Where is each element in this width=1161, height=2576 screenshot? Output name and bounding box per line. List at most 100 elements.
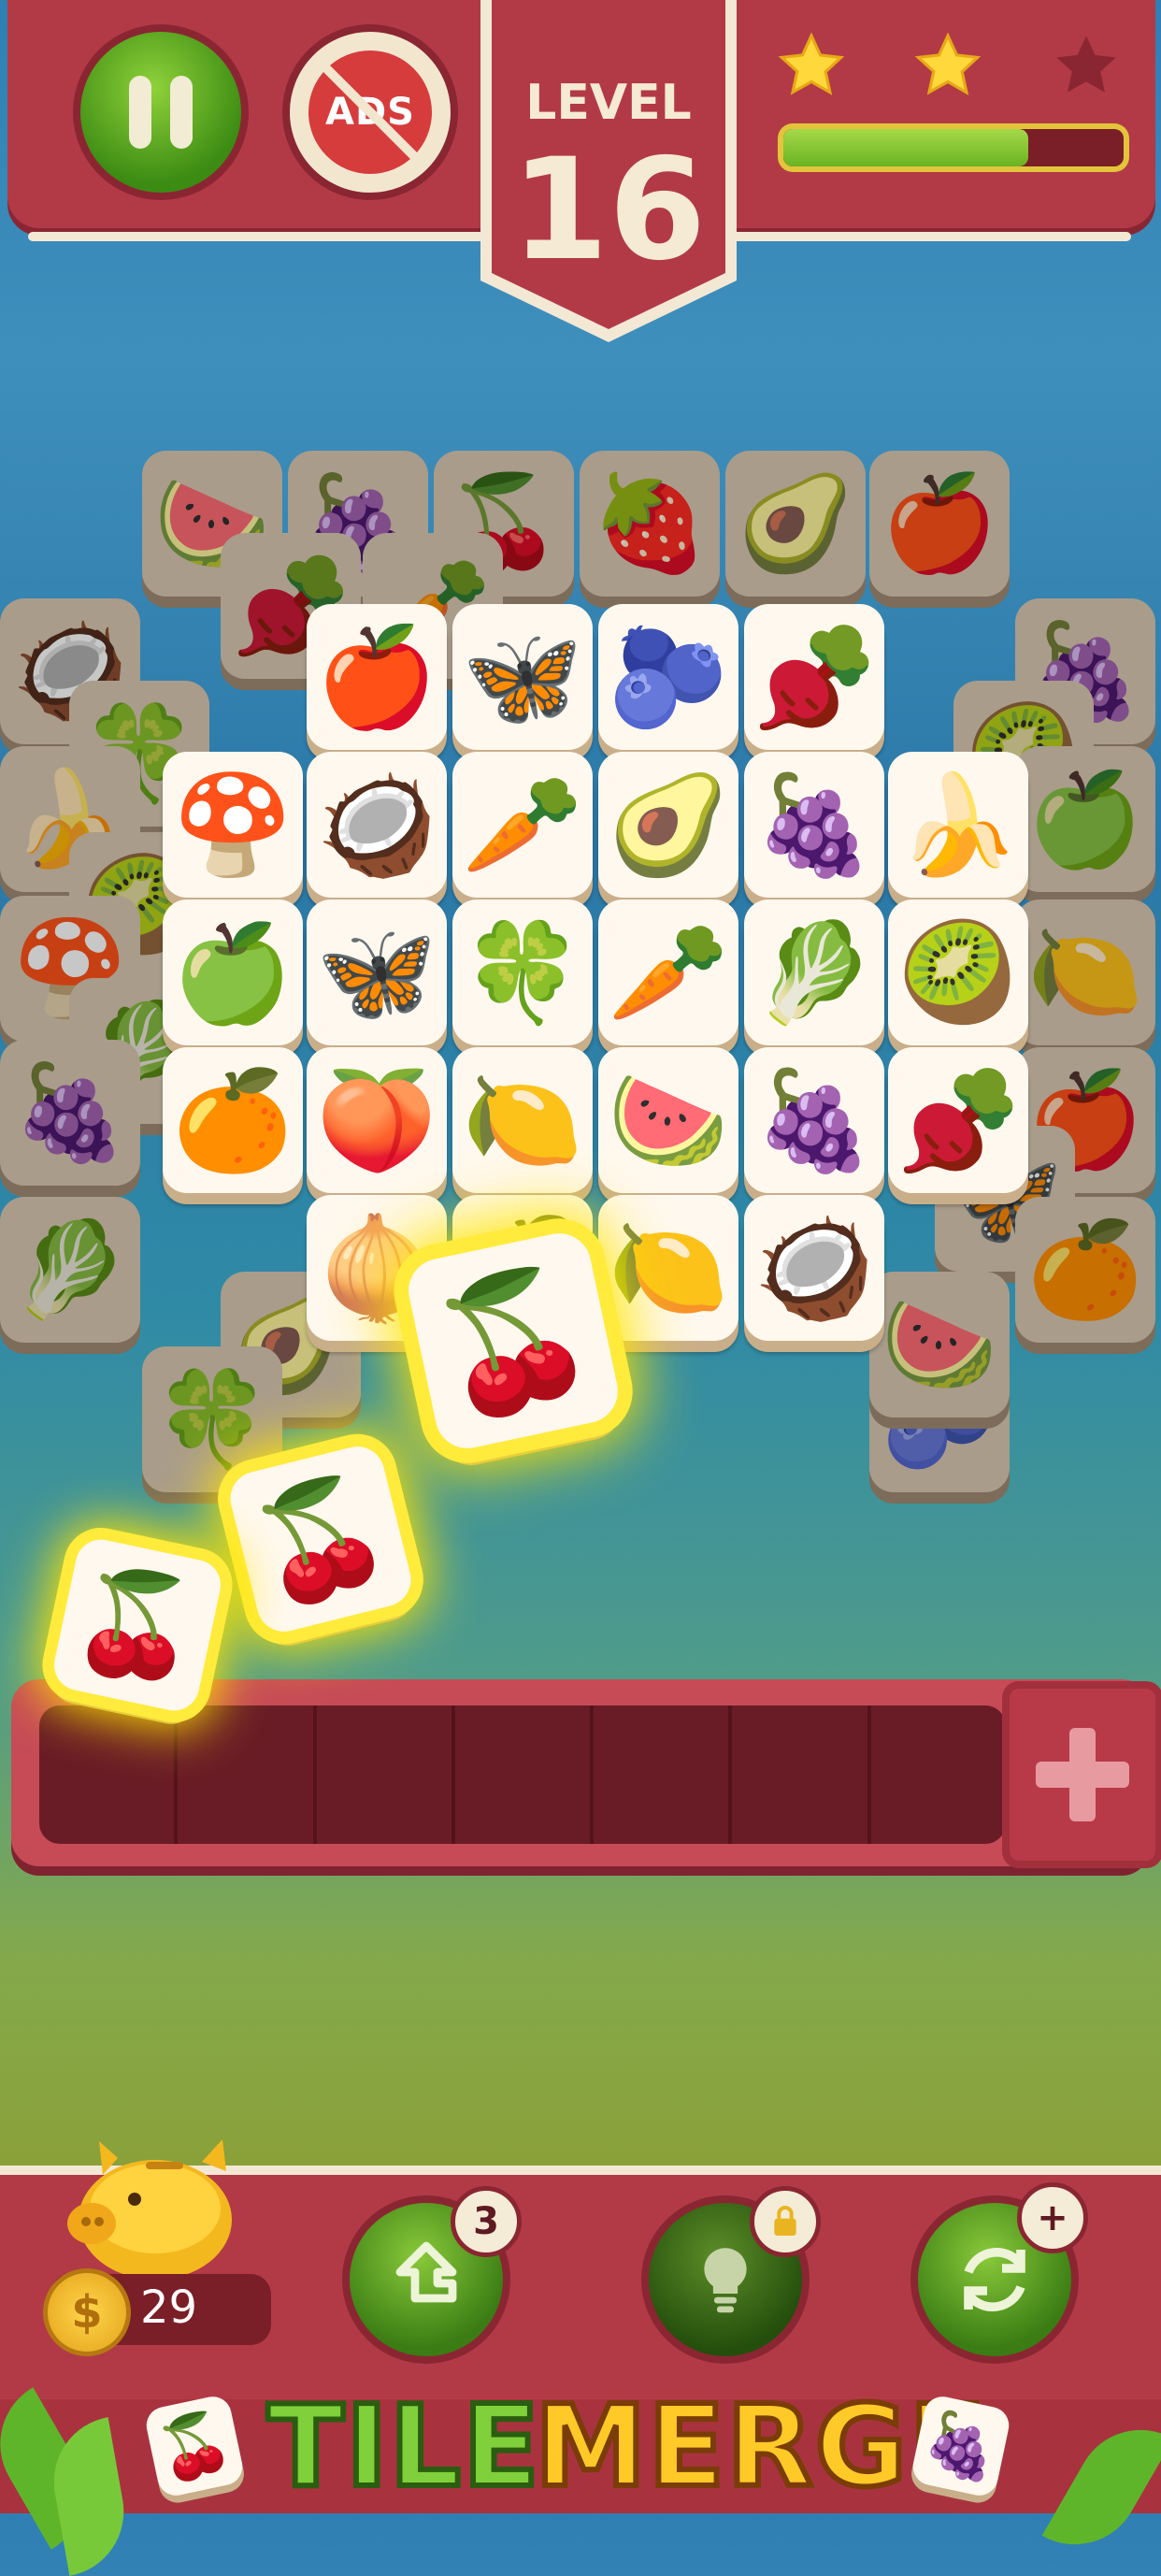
tile-covered[interactable]: 🍇 (0, 1040, 140, 1186)
tile[interactable]: 🥬 (744, 899, 884, 1045)
tile[interactable]: 🍏 (163, 899, 303, 1045)
tile[interactable]: 🍀 (452, 899, 593, 1045)
tile[interactable]: 🫜 (888, 1047, 1028, 1193)
star-icon-3-empty (1056, 36, 1116, 93)
star-icon-2 (914, 32, 982, 95)
tile[interactable]: 🍊 (163, 1047, 303, 1193)
tile-selected-moving[interactable]: 🍒 (402, 1227, 624, 1455)
tile-covered[interactable]: 🍎 (869, 451, 1010, 597)
coin-icon: $ (43, 2268, 131, 2356)
tile-covered[interactable]: 🍓 (580, 451, 720, 597)
cherries-icon: 🍒 (239, 1461, 402, 1618)
tile[interactable]: 🍇 (744, 1047, 884, 1193)
tile[interactable]: 🍎 (307, 604, 447, 750)
radish-icon: 🫜 (753, 620, 875, 734)
tile[interactable]: 🫜 (744, 604, 884, 750)
tile[interactable]: 🥥 (307, 752, 447, 898)
undo-arrow-icon (395, 2241, 457, 2303)
tray-slot (178, 1705, 317, 1844)
radish-icon: 🫜 (897, 1063, 1019, 1177)
star-icon-1 (778, 32, 845, 95)
grapes-icon: 🍇 (753, 768, 875, 882)
butterfly-icon: 🦋 (462, 620, 583, 734)
shuffle-refresh-icon (964, 2248, 1025, 2311)
watermelon-icon: 🍉 (608, 1063, 729, 1177)
add-slot-button[interactable] (1002, 1681, 1161, 1868)
lemon-icon: 🍋 (462, 1063, 583, 1177)
coin-count: 29 (140, 2281, 198, 2334)
tile[interactable]: 🥝 (888, 899, 1028, 1045)
cabbage-icon: 🥬 (11, 1215, 129, 1324)
add-shuffle-badge[interactable]: + (1017, 2182, 1088, 2253)
tile[interactable]: 🥕 (452, 752, 593, 898)
progress-fill (783, 129, 1029, 166)
tile[interactable]: 🫐 (598, 604, 738, 750)
piggy-bank-icon[interactable] (62, 2134, 249, 2283)
logo-grapes-tile: 🍇 (910, 2393, 1012, 2499)
clover-icon: 🍀 (153, 1364, 271, 1474)
carrot-icon: 🥕 (462, 768, 583, 882)
level-number: 16 (510, 129, 707, 292)
strawberry-icon: 🍓 (591, 468, 709, 578)
tile-covered[interactable]: 🍏 (1015, 746, 1155, 892)
tile[interactable]: 🥕 (598, 899, 738, 1045)
tray-slot (871, 1705, 1006, 1844)
tray-slot (317, 1705, 455, 1844)
coconut-icon: 🥥 (316, 768, 437, 882)
tile[interactable]: 🥥 (744, 1195, 884, 1341)
tray-slot (594, 1705, 733, 1844)
kiwi-icon: 🥝 (897, 915, 1019, 1029)
blueberry-icon: 🫐 (608, 620, 729, 734)
no-ads-button[interactable]: ADS (282, 24, 458, 200)
coconut-icon: 🥥 (753, 1211, 875, 1325)
lightbulb-icon (704, 2248, 747, 2313)
butterfly-icon: 🦋 (316, 915, 437, 1029)
tile[interactable]: 🍇 (744, 752, 884, 898)
tile[interactable]: 🦋 (307, 899, 447, 1045)
orange-icon: 🍊 (172, 1063, 294, 1177)
cherries-icon: 🍒 (419, 1250, 608, 1432)
tile-covered[interactable]: 🍋 (1015, 899, 1155, 1045)
tile[interactable]: 🦋 (452, 604, 593, 750)
banana-icon: 🍌 (897, 768, 1019, 882)
tile[interactable]: 🍋 (452, 1047, 593, 1193)
lock-icon (750, 2186, 821, 2257)
tray-slot (732, 1705, 871, 1844)
no-ads-icon: ADS (308, 50, 432, 174)
tile-covered[interactable]: 🍉 (869, 1272, 1010, 1418)
tile[interactable]: 🍌 (888, 752, 1028, 898)
level-badge: LEVEL 16 (475, 0, 742, 346)
tray-slots (39, 1705, 1006, 1844)
tile-covered[interactable]: 🥑 (725, 451, 866, 597)
pomegranate-icon: 🍎 (316, 620, 437, 734)
tile[interactable]: 🍋 (598, 1195, 738, 1341)
tile[interactable]: 🍉 (598, 1047, 738, 1193)
tile[interactable]: 🥑 (598, 752, 738, 898)
green-apple-icon: 🍏 (1026, 764, 1144, 873)
green-apple-icon: 🍏 (172, 915, 294, 1029)
cherries-icon: 🍒 (63, 1553, 212, 1697)
mushroom-icon: 🍄 (172, 768, 294, 882)
grapes-icon: 🍇 (11, 1058, 129, 1167)
carrot-icon: 🥕 (608, 915, 729, 1029)
pause-icon (129, 76, 151, 149)
tile[interactable]: 🍑 (307, 1047, 447, 1193)
tile-selected-moving[interactable]: 🍒 (49, 1534, 226, 1716)
apple-icon: 🍎 (881, 468, 998, 578)
tile[interactable]: 🍄 (163, 752, 303, 898)
grapes-icon: 🍇 (753, 1063, 875, 1177)
cabbage-icon: 🥬 (753, 915, 875, 1029)
logo-cherry-tile: 🍒 (143, 2393, 246, 2499)
tray-slot (455, 1705, 595, 1844)
tile-covered[interactable]: 🍊 (1015, 1197, 1155, 1343)
lemon-icon: 🍋 (608, 1211, 729, 1325)
logo-word-tile: TILE (265, 2380, 542, 2515)
tray-slot (39, 1705, 179, 1844)
clover-icon: 🍀 (462, 915, 583, 1029)
orange-icon: 🍊 (1026, 1215, 1144, 1324)
watermelon-icon: 🍉 (881, 1289, 998, 1399)
avocado-icon: 🥑 (608, 768, 729, 882)
tile-covered[interactable]: 🥬 (0, 1197, 140, 1343)
avocado-icon: 🥑 (737, 468, 854, 578)
pause-button[interactable] (73, 24, 249, 200)
